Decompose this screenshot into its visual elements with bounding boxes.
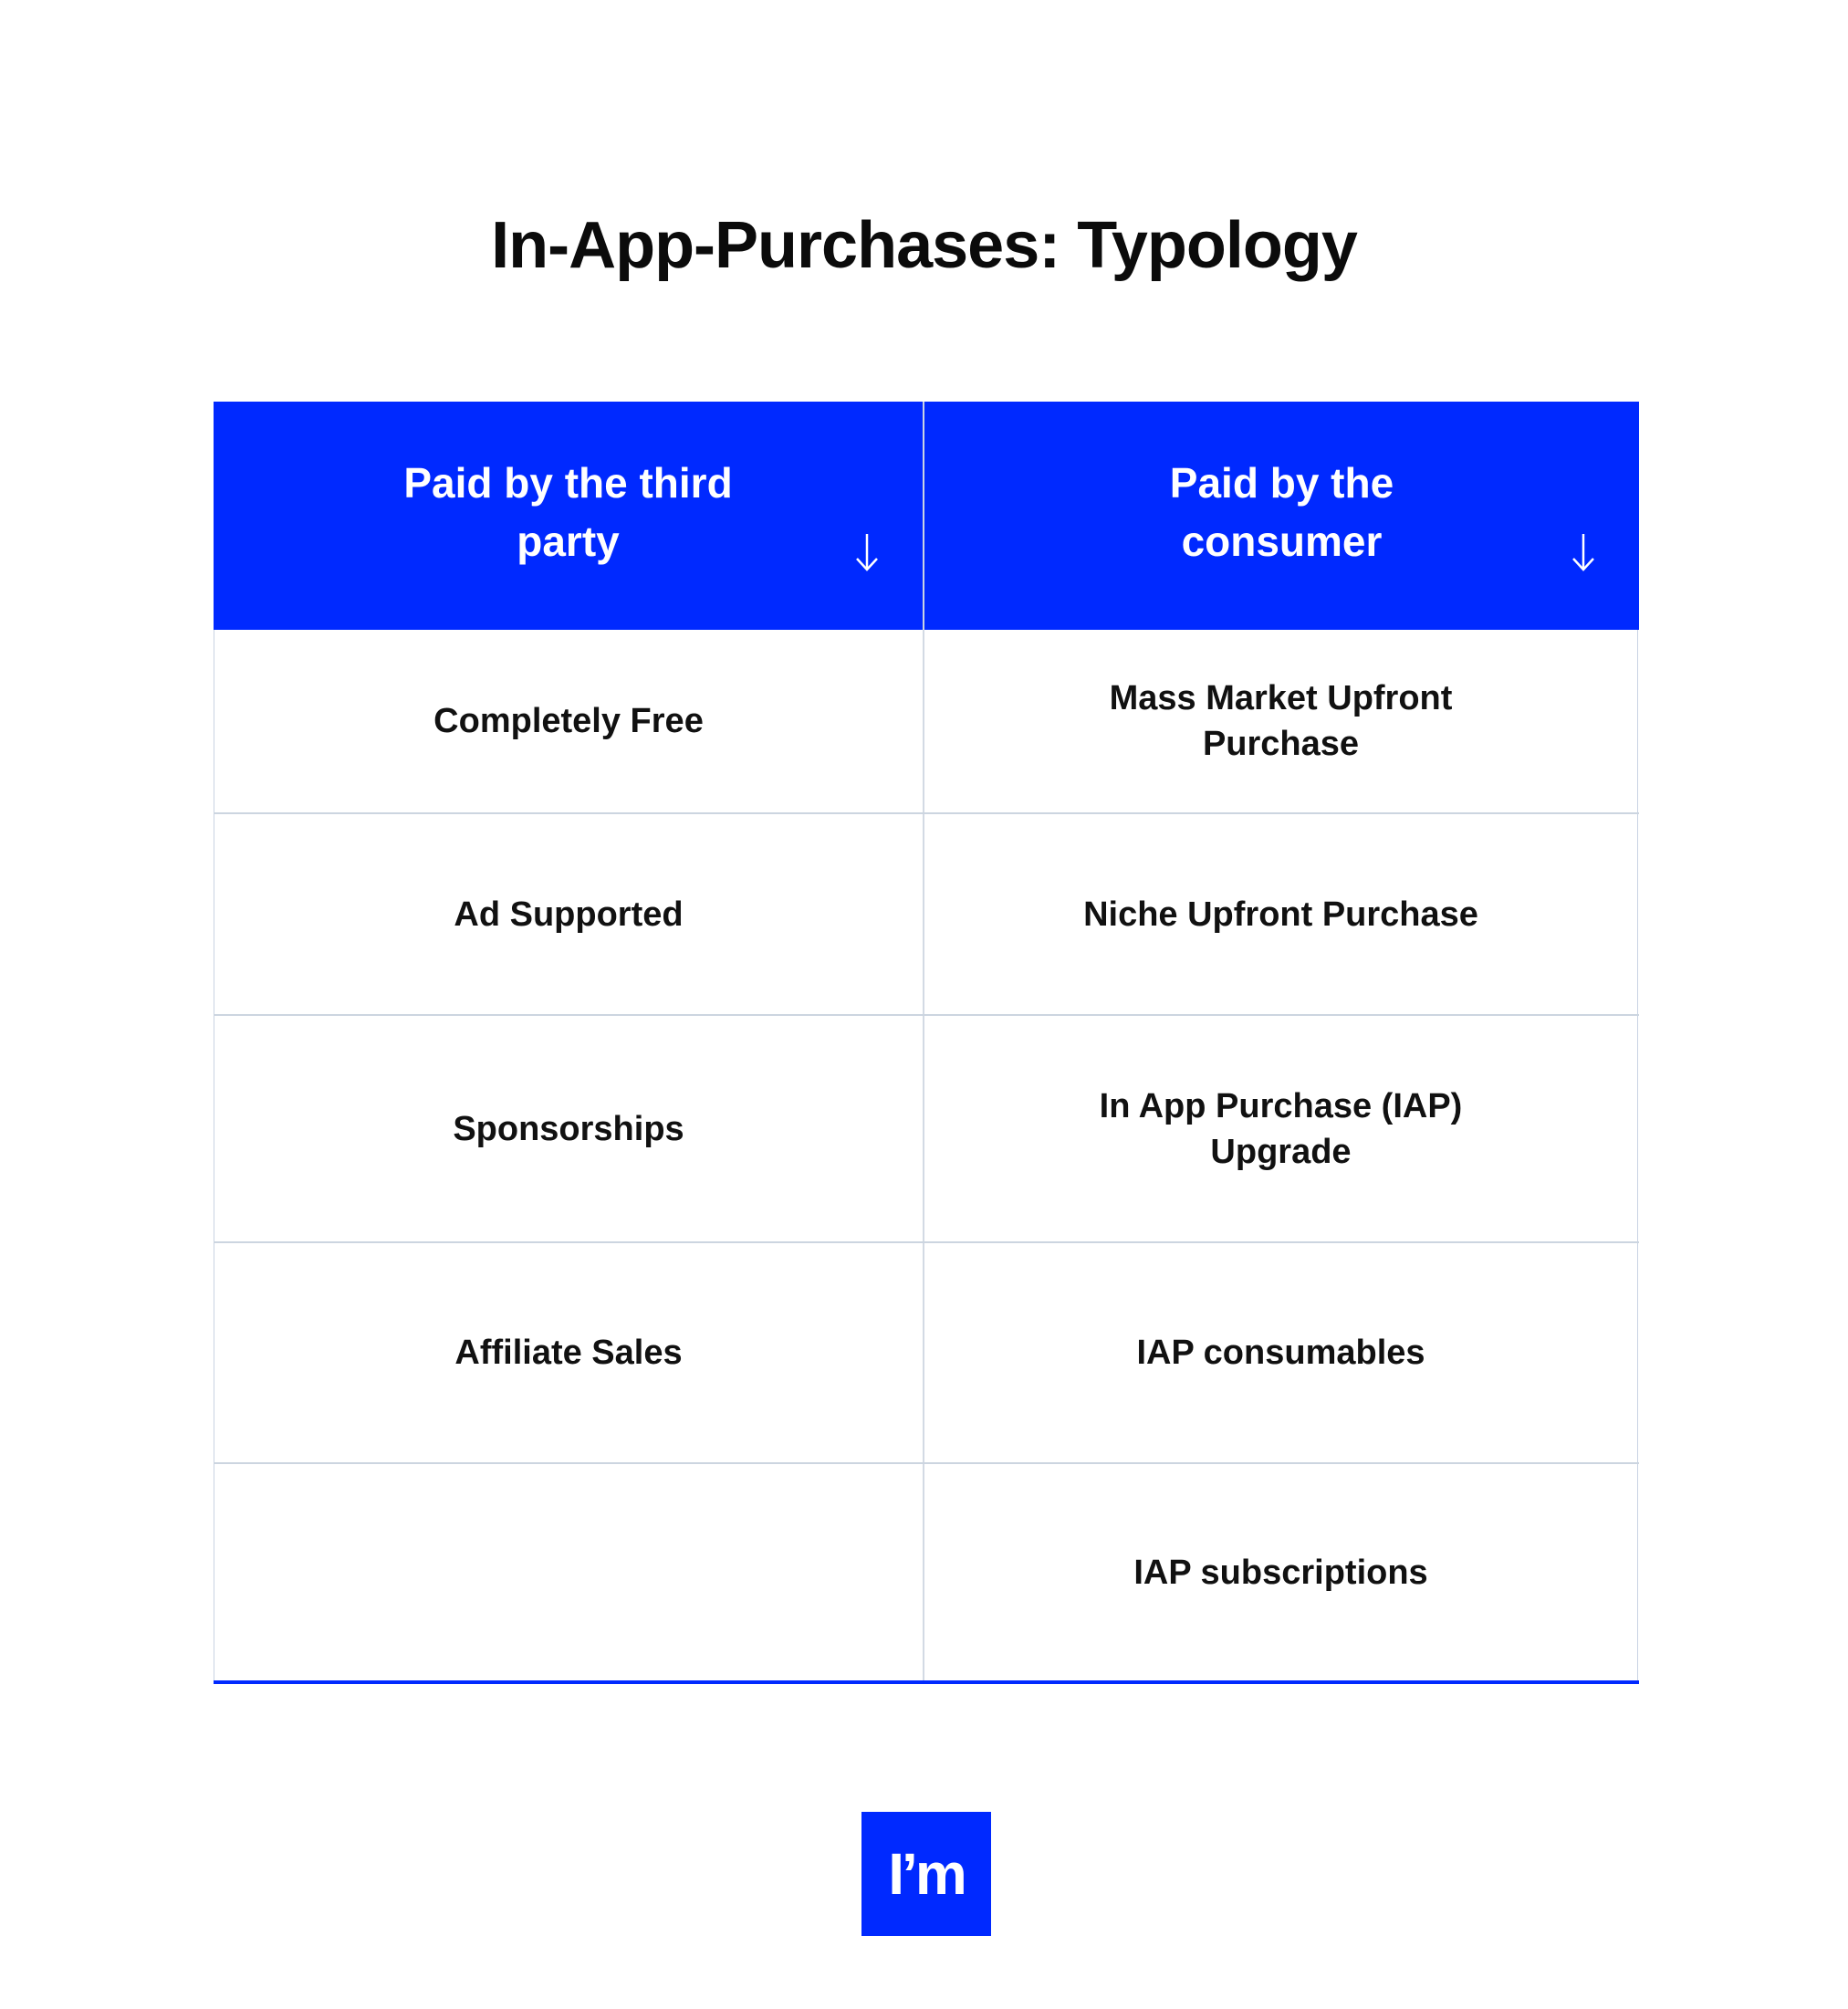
typology-table: Paid by the third party Paid by the cons… <box>214 402 1639 1684</box>
table-header: Paid by the third party Paid by the cons… <box>214 402 1639 630</box>
brand-logo: I’m <box>861 1812 991 1936</box>
table-cell: Completely Free <box>214 630 924 812</box>
page-title: In-App-Purchases: Typology <box>491 209 1358 282</box>
table-cell: Sponsorships <box>214 1016 924 1241</box>
table-cell-empty <box>214 1464 924 1680</box>
table-cell: Ad Supported <box>214 814 924 1014</box>
table-cell: Mass Market Upfront Purchase <box>924 630 1638 812</box>
table-row: Completely Free Mass Market Upfront Purc… <box>214 630 1639 814</box>
column-header-label: Paid by the consumer <box>1169 459 1394 565</box>
column-header-consumer[interactable]: Paid by the consumer <box>924 402 1639 630</box>
table-cell: IAP subscriptions <box>924 1464 1638 1680</box>
arrow-down-icon <box>856 534 878 571</box>
table-cell: Affiliate Sales <box>214 1243 924 1462</box>
table-cell: Niche Upfront Purchase <box>924 814 1638 1014</box>
column-header-label: Paid by the third party <box>403 459 733 565</box>
table-row: Ad Supported Niche Upfront Purchase <box>214 814 1639 1016</box>
table-cell: In App Purchase (IAP) Upgrade <box>924 1016 1638 1241</box>
table-cell: IAP consumables <box>924 1243 1638 1462</box>
table-row: Affiliate Sales IAP consumables <box>214 1243 1639 1464</box>
table-row: Sponsorships In App Purchase (IAP) Upgra… <box>214 1016 1639 1243</box>
column-header-third-party[interactable]: Paid by the third party <box>214 402 924 630</box>
arrow-down-icon <box>1572 534 1594 571</box>
table-row: IAP subscriptions <box>214 1464 1639 1684</box>
